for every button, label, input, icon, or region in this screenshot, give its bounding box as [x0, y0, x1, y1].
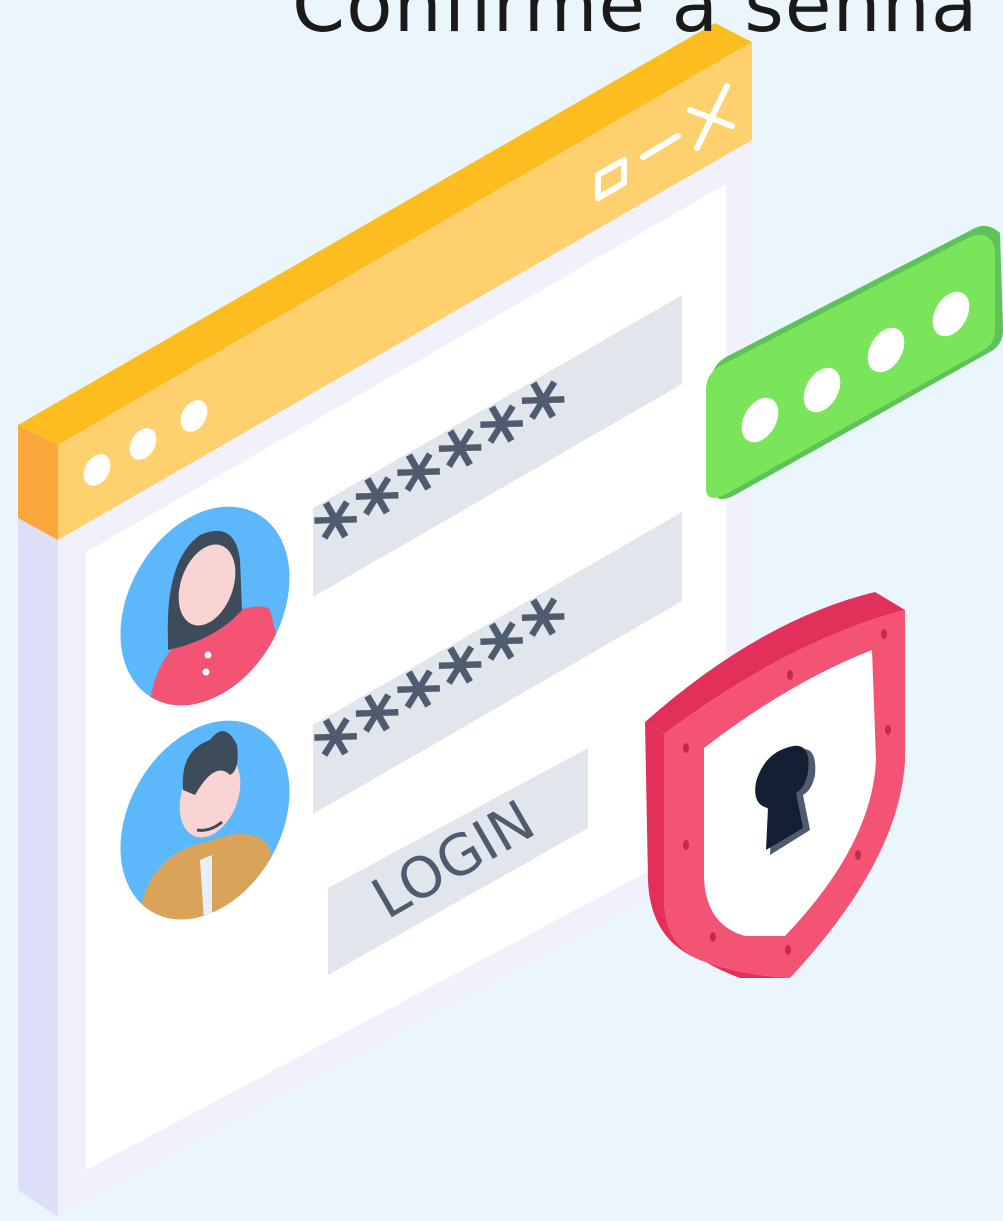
page-heading: Confirme a senha: [292, 0, 979, 49]
browser-window: ****** ****** LOGIN: [18, 23, 752, 1217]
illustration: Confirme a senha ****** ****** LOGIN: [0, 0, 1003, 1217]
window-side-edge: [18, 425, 58, 1217]
login-security-illustration: ****** ****** LOGIN: [18, 23, 1003, 1217]
